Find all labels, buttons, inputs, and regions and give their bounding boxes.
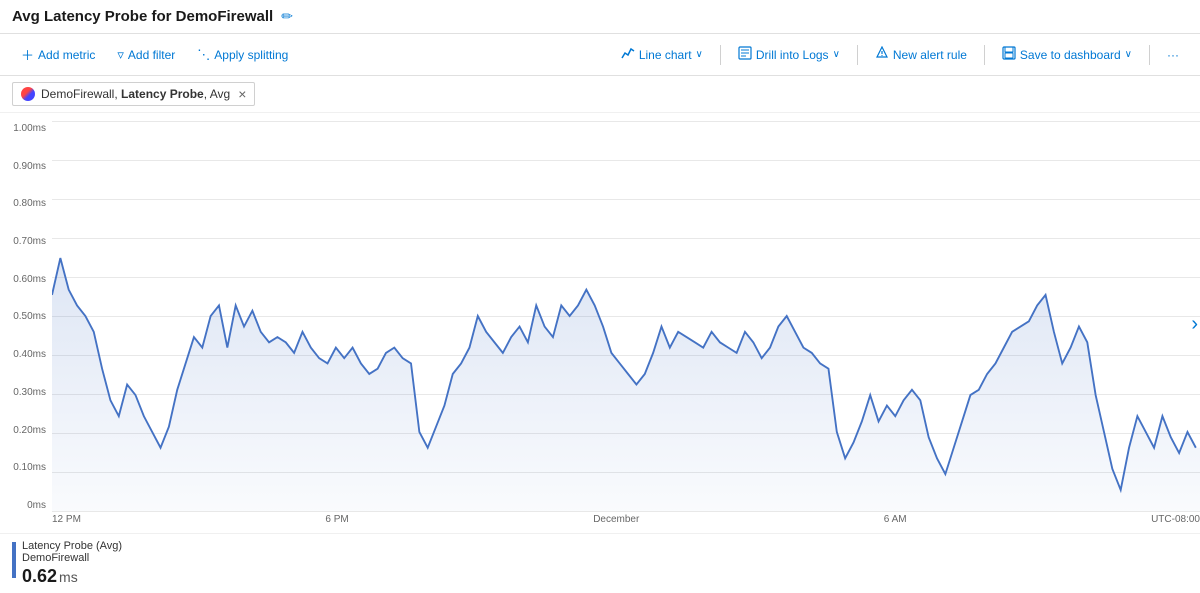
- y-label-2: 0.80ms: [13, 198, 46, 209]
- add-metric-icon: ＋: [21, 45, 34, 64]
- toolbar-left: ＋ Add metric ▿ Add filter ⋱ Apply splitt…: [12, 40, 297, 69]
- add-filter-button[interactable]: ▿ Add filter: [108, 42, 184, 68]
- chart-legend: Latency Probe (Avg) DemoFirewall 0.62ms: [0, 533, 1200, 593]
- add-metric-label: Add metric: [38, 48, 95, 62]
- more-options-icon: ···: [1167, 48, 1179, 62]
- metric-tag-close[interactable]: ×: [238, 86, 246, 102]
- toolbar-right: Line chart ∨ Drill into Logs ∨ New alert…: [612, 41, 1188, 68]
- chart-container: 1.00ms 0.90ms 0.80ms 0.70ms 0.60ms 0.50m…: [0, 113, 1200, 593]
- new-alert-label: New alert rule: [893, 48, 967, 62]
- legend-resource: DemoFirewall: [22, 552, 122, 564]
- chart-plot: 12 PM 6 PM December 6 AM UTC-08:00 ›: [52, 121, 1200, 533]
- save-icon: [1002, 46, 1016, 63]
- apply-splitting-button[interactable]: ⋱ Apply splitting: [188, 42, 297, 68]
- more-options-button[interactable]: ···: [1158, 43, 1188, 67]
- drill-logs-label: Drill into Logs: [756, 48, 829, 62]
- legend-value: 0.62ms: [22, 566, 122, 587]
- chart-line-svg: [52, 121, 1200, 511]
- x-label-1: 6 PM: [325, 514, 348, 525]
- toolbar-divider-2: [857, 45, 858, 65]
- apply-splitting-label: Apply splitting: [214, 48, 288, 62]
- x-axis: 12 PM 6 PM December 6 AM UTC-08:00: [52, 511, 1200, 533]
- save-dashboard-label: Save to dashboard: [1020, 48, 1121, 62]
- drill-logs-button[interactable]: Drill into Logs ∨: [729, 41, 849, 68]
- x-label-2: December: [593, 514, 639, 525]
- edit-icon[interactable]: ✏: [281, 8, 293, 25]
- y-label-8: 0.20ms: [13, 425, 46, 436]
- metric-tag: DemoFirewall, Latency Probe, Avg ×: [12, 82, 255, 106]
- y-label-0: 1.00ms: [13, 123, 46, 134]
- toolbar-divider-1: [720, 45, 721, 65]
- y-label-7: 0.30ms: [13, 387, 46, 398]
- add-metric-button[interactable]: ＋ Add metric: [12, 40, 104, 69]
- x-label-3: 6 AM: [884, 514, 907, 525]
- page-title: Avg Latency Probe for DemoFirewall: [12, 8, 273, 25]
- y-label-10: 0ms: [27, 500, 46, 511]
- add-filter-label: Add filter: [128, 48, 175, 62]
- drill-logs-icon: [738, 46, 752, 63]
- metric-tag-name: DemoFirewall, Latency Probe, Avg: [41, 87, 230, 101]
- line-chart-chevron: ∨: [696, 49, 703, 60]
- metrics-row: DemoFirewall, Latency Probe, Avg ×: [0, 76, 1200, 113]
- y-label-5: 0.50ms: [13, 311, 46, 322]
- toolbar-divider-3: [984, 45, 985, 65]
- save-dashboard-button[interactable]: Save to dashboard ∨: [993, 41, 1141, 68]
- legend-series-name: Latency Probe (Avg): [22, 540, 122, 552]
- chart-svg-container: [52, 121, 1200, 511]
- next-arrow[interactable]: ›: [1191, 313, 1198, 336]
- toolbar: ＋ Add metric ▿ Add filter ⋱ Apply splitt…: [0, 34, 1200, 76]
- toolbar-divider-4: [1149, 45, 1150, 65]
- split-icon: ⋱: [197, 47, 210, 63]
- y-axis: 1.00ms 0.90ms 0.80ms 0.70ms 0.60ms 0.50m…: [0, 121, 52, 533]
- new-alert-button[interactable]: New alert rule: [866, 41, 976, 68]
- metric-tag-icon: [21, 87, 35, 101]
- y-label-4: 0.60ms: [13, 274, 46, 285]
- line-chart-icon: [621, 46, 635, 63]
- filter-icon: ▿: [117, 47, 124, 63]
- line-chart-button[interactable]: Line chart ∨: [612, 41, 712, 68]
- y-label-3: 0.70ms: [13, 236, 46, 247]
- drill-logs-chevron: ∨: [833, 49, 840, 60]
- x-label-4: UTC-08:00: [1151, 514, 1200, 525]
- chart-inner: 1.00ms 0.90ms 0.80ms 0.70ms 0.60ms 0.50m…: [0, 121, 1200, 533]
- y-label-9: 0.10ms: [13, 462, 46, 473]
- page-header: Avg Latency Probe for DemoFirewall ✏: [0, 0, 1200, 34]
- x-label-0: 12 PM: [52, 514, 81, 525]
- legend-text: Latency Probe (Avg) DemoFirewall 0.62ms: [22, 540, 122, 587]
- alert-icon: [875, 46, 889, 63]
- save-dashboard-chevron: ∨: [1125, 49, 1132, 60]
- line-chart-label: Line chart: [639, 48, 692, 62]
- y-label-1: 0.90ms: [13, 161, 46, 172]
- legend-color-bar: [12, 542, 16, 578]
- y-label-6: 0.40ms: [13, 349, 46, 360]
